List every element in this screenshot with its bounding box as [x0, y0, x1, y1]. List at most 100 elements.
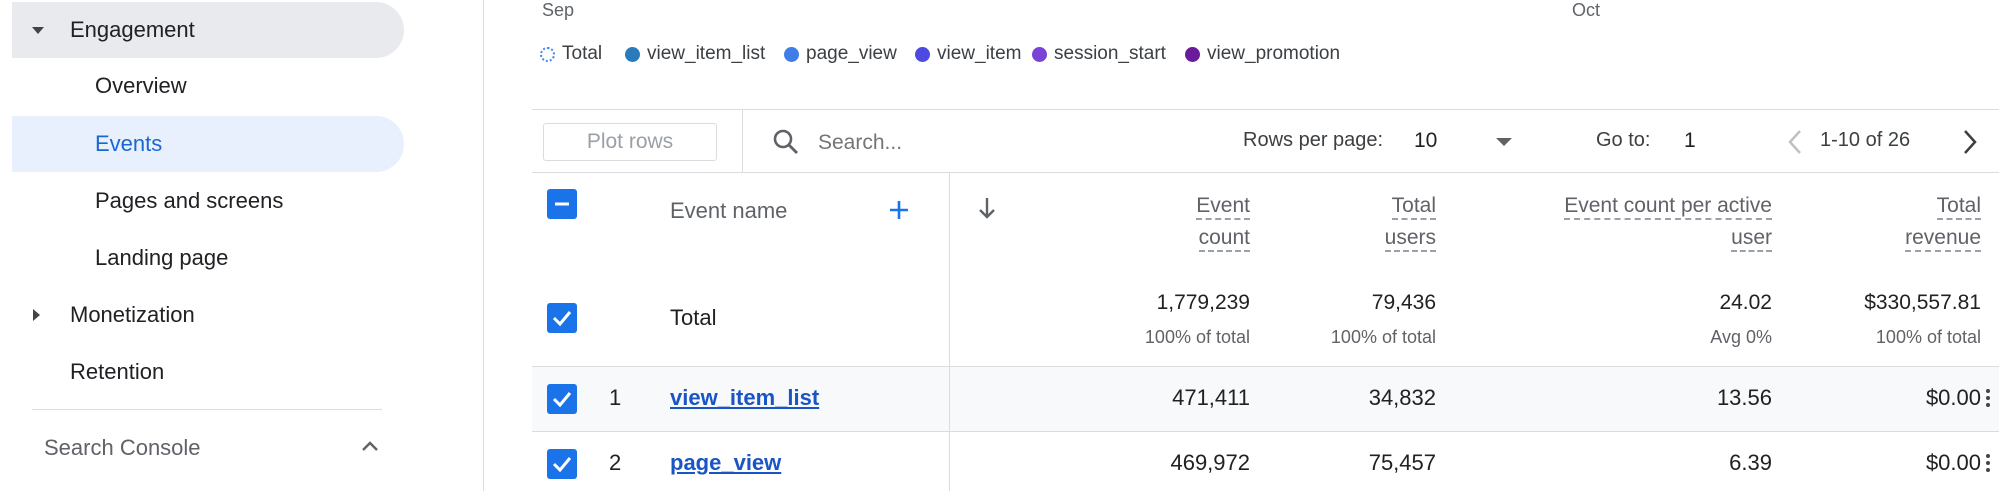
row-total-revenue: $0.00 [1925, 450, 1981, 475]
legend-label: Total [562, 43, 603, 64]
table-row[interactable]: 1 view_item_list 471,411 34,832 13.56 $0… [532, 367, 1999, 431]
sidebar-section-search-console[interactable]: Search Console [12, 420, 392, 476]
legend-label: view_promotion [1207, 43, 1341, 64]
total-users-sub: 100% of total [1330, 327, 1436, 347]
row-checkbox[interactable] [547, 384, 577, 414]
caret-down-icon [32, 27, 44, 34]
total-per-user: 24.02 [1719, 291, 1772, 314]
header-line: user [1731, 226, 1772, 252]
caret-right-icon [33, 309, 40, 321]
select-all-checkbox[interactable] [547, 189, 577, 219]
sidebar-item-label: Monetization [70, 302, 195, 327]
total-event-count-sub: 100% of total [1144, 327, 1250, 347]
row-total-users: 75,457 [1368, 450, 1436, 475]
header-line: count [1198, 226, 1250, 252]
row-per-user: 6.39 [1729, 450, 1772, 475]
total-row-label: Total [670, 305, 717, 330]
sidebar-item-label: Engagement [70, 17, 195, 42]
more-vert-icon[interactable] [1986, 389, 1990, 410]
row-per-user: 13.56 [1716, 385, 1772, 410]
row-index: 2 [609, 450, 622, 475]
chart-x-label: Oct [1572, 0, 1601, 20]
legend-label: view_item [937, 43, 1022, 64]
dropdown-caret-icon [1496, 138, 1512, 146]
checkmark-icon [552, 457, 572, 473]
goto-input[interactable]: 1 [1684, 129, 1724, 153]
main-content: Sep Oct Total view_item_list page_view v… [484, 0, 1999, 491]
event-name-link[interactable]: view_item_list [670, 385, 819, 411]
legend-item-view-item-list[interactable]: view_item_list [625, 42, 765, 66]
sort-descending-icon[interactable] [977, 196, 997, 220]
chevron-right-icon[interactable] [1962, 129, 1978, 155]
header-line: Total [1391, 194, 1436, 220]
sidebar-item-label: Pages and screens [95, 188, 284, 213]
sidebar-item-pages-and-screens[interactable]: Pages and screens [12, 173, 404, 229]
header-line: users [1384, 226, 1436, 252]
sidebar-item-label: Overview [95, 73, 187, 98]
legend-swatch [915, 46, 930, 62]
sidebar-item-engagement[interactable]: Engagement [12, 2, 404, 58]
total-event-count: 1,779,239 [1156, 291, 1250, 314]
toolbar-divider [742, 110, 743, 172]
legend-item-page-view[interactable]: page_view [784, 42, 897, 66]
row-index: 1 [609, 385, 622, 410]
total-revenue: $330,557.81 [1864, 291, 1981, 314]
sidebar-item-landing-page[interactable]: Landing page [12, 230, 404, 286]
event-count-header[interactable]: Event count [1084, 190, 1250, 254]
legend-item-view-promotion[interactable]: view_promotion [1185, 42, 1340, 66]
chevron-left-icon[interactable] [1787, 129, 1803, 155]
header-line: revenue [1905, 226, 1981, 252]
header-line: Total [1936, 194, 1981, 220]
header-line: Event count per active [1564, 194, 1772, 220]
chart-x-label: Sep [542, 0, 575, 20]
plot-rows-button[interactable]: Plot rows [543, 123, 717, 161]
per-user-header[interactable]: Event count per active user [1484, 190, 1772, 254]
total-users: 79,436 [1371, 291, 1436, 314]
chevron-up-icon [362, 441, 378, 451]
event-name-header[interactable]: Event name [670, 198, 787, 224]
toolbar-bottom-border [532, 172, 1999, 173]
sidebar-item-label: Landing page [95, 245, 229, 270]
legend-swatch [784, 46, 799, 62]
total-revenue-sub: 100% of total [1875, 327, 1981, 347]
legend-label: session_start [1054, 43, 1166, 64]
row-checkbox[interactable] [547, 449, 577, 479]
toolbar-top-border [532, 109, 1999, 110]
rows-per-page-select[interactable]: 10 [1414, 121, 1544, 161]
legend-swatch [1032, 46, 1047, 62]
sidebar-section-label: Search Console [44, 435, 201, 460]
sidebar-item-overview[interactable]: Overview [12, 59, 404, 115]
row-total-revenue: $0.00 [1925, 385, 1981, 410]
row-event-count: 469,972 [1170, 450, 1250, 475]
sidebar-item-monetization[interactable]: Monetization [12, 287, 404, 343]
legend-item-session-start[interactable]: session_start [1032, 42, 1166, 66]
search-icon [773, 129, 798, 154]
legend-swatch [625, 46, 640, 62]
legend-swatch [540, 46, 555, 62]
total-users-header[interactable]: Total users [1284, 190, 1436, 254]
sidebar-item-events[interactable]: Events [12, 116, 404, 172]
pagination-range: 1-10 of 26 [1820, 129, 1911, 151]
checkmark-icon [552, 311, 572, 327]
add-dimension-icon[interactable] [888, 199, 910, 221]
search-input[interactable] [816, 125, 1120, 161]
more-vert-icon[interactable] [1986, 454, 1990, 475]
total-revenue-header[interactable]: Total revenue [1814, 190, 1981, 254]
legend-label: page_view [806, 43, 897, 64]
legend-label: view_item_list [647, 43, 766, 64]
legend-swatch [1185, 46, 1200, 62]
checkmark-icon [552, 392, 572, 408]
sidebar-nav: Engagement Overview Events Pages and scr… [0, 0, 484, 491]
event-name-link[interactable]: page_view [670, 450, 781, 476]
sidebar-divider [32, 409, 382, 410]
total-row-checkbox[interactable] [547, 303, 577, 333]
goto-label: Go to: [1596, 129, 1651, 151]
table-row[interactable]: 2 page_view 469,972 75,457 6.39 $0.00 [532, 432, 1999, 491]
sidebar-item-retention[interactable]: Retention [12, 344, 404, 400]
legend-item-view-item[interactable]: view_item [915, 42, 1021, 66]
indeterminate-icon [555, 202, 569, 206]
sidebar-item-label: Events [95, 131, 163, 156]
row-event-count: 471,411 [1172, 385, 1250, 410]
header-line: Event [1196, 194, 1250, 220]
legend-item-total[interactable]: Total [540, 42, 602, 66]
